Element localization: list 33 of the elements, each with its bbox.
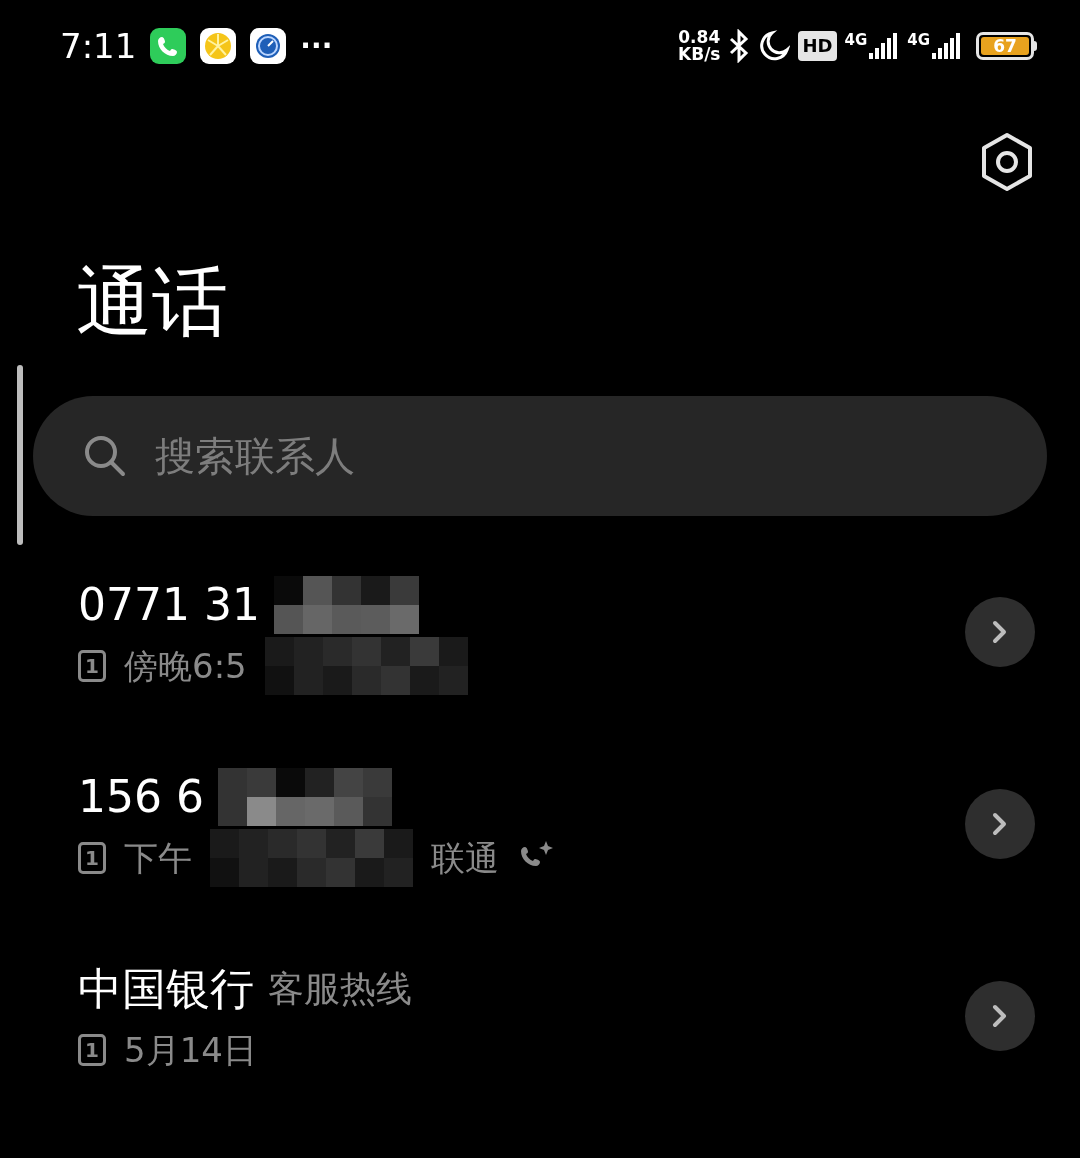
network-type: 4G — [844, 33, 868, 48]
caller-tag: 客服热线 — [268, 962, 412, 1016]
search-field[interactable]: 搜索联系人 — [155, 426, 997, 486]
battery-indicator: 67 — [976, 32, 1037, 60]
call-location: 联通 — [431, 841, 499, 875]
network-type: 4G — [907, 33, 930, 48]
signal-icon — [932, 33, 962, 59]
signal-icon — [869, 33, 900, 59]
sim-badge: 1 — [78, 842, 106, 874]
moon-icon — [758, 30, 791, 62]
network-speed: 0.84 KB/s — [678, 29, 721, 63]
caller-name: 0771 31 — [78, 583, 260, 627]
call-time: 傍晚6:5 — [124, 649, 247, 683]
chevron-right-icon — [992, 620, 1008, 644]
call-time: 下午 — [124, 841, 192, 875]
sim-badge: 1 — [78, 1034, 106, 1066]
search-bar[interactable]: 搜索联系人 — [33, 396, 1047, 516]
chevron-right-icon — [992, 1004, 1008, 1028]
clock-app-icon — [250, 28, 287, 64]
sim-badge: 1 — [78, 650, 106, 682]
hd-badge: HD — [798, 31, 837, 61]
settings-icon[interactable] — [979, 132, 1035, 192]
caller-name: 中国银行 — [78, 967, 254, 1011]
caller-name: 156 6 — [78, 775, 204, 819]
status-time: 7:11 — [60, 24, 137, 68]
search-icon — [83, 434, 127, 478]
bluetooth-icon — [728, 29, 751, 63]
page-title: 通话 — [76, 264, 229, 340]
call-time: 5月14日 — [124, 1033, 257, 1067]
chevron-right-icon — [992, 812, 1008, 836]
lemon-app-icon — [200, 28, 237, 64]
more-notifications: ··· — [300, 28, 333, 64]
phone-app-icon — [150, 28, 187, 64]
